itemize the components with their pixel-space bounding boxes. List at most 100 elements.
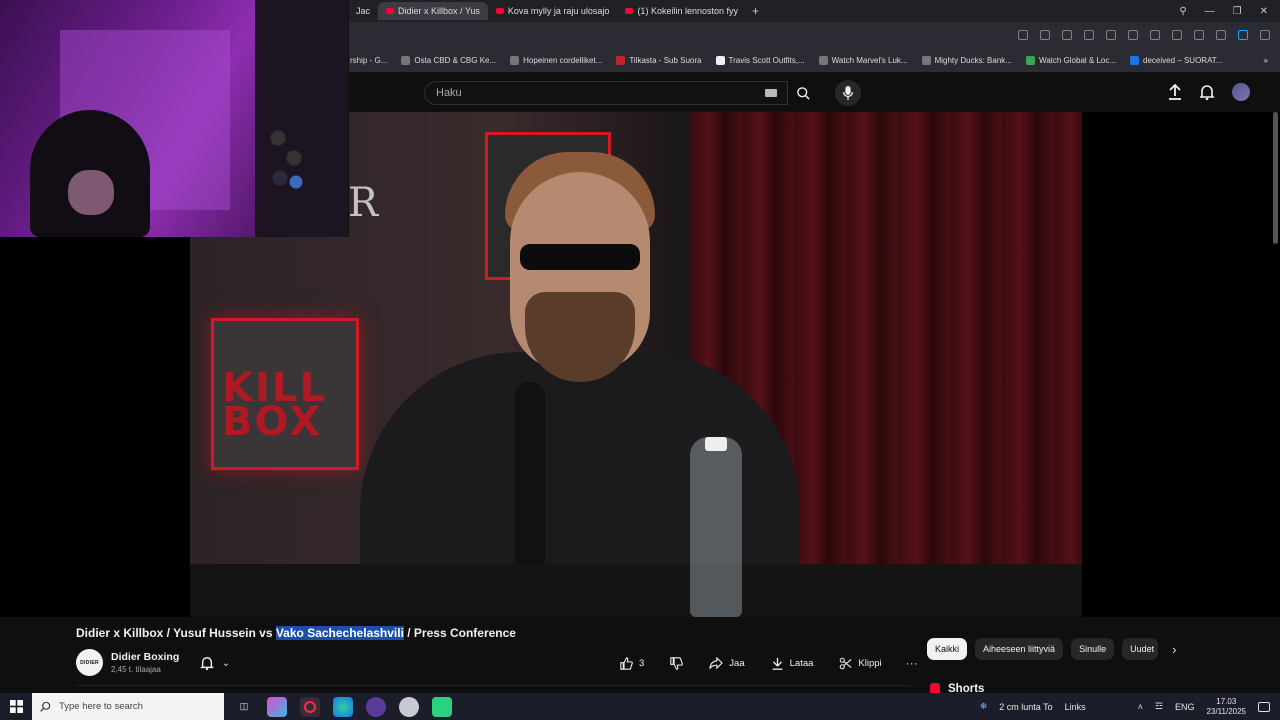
bookmarks-overflow-icon[interactable]: » xyxy=(1264,56,1280,65)
bookmark-item[interactable]: Hopeinen cordelliket... xyxy=(510,55,602,65)
chevron-down-icon: ⌄ xyxy=(221,657,231,669)
subscription-bell-button[interactable]: ⌄ xyxy=(190,651,240,675)
chip-all[interactable]: Kaikki xyxy=(927,638,968,660)
bookmark-item[interactable]: Osta CBD & CBG Ke... xyxy=(401,55,496,65)
links-toolbar[interactable]: Links xyxy=(1065,702,1086,712)
edit-icon[interactable] xyxy=(1018,30,1028,40)
related-filter-chips: Kaikki Aiheeseen liittyviä Sinulle Uudet… xyxy=(927,638,1176,660)
clock-date: 23/11/2025 xyxy=(1206,706,1246,716)
tab-label: (1) Kokeilin lennoston fyy xyxy=(637,6,738,16)
search-tabs-icon[interactable]: ⚲ xyxy=(1179,6,1186,17)
shield-icon[interactable] xyxy=(1062,30,1072,40)
heart-icon[interactable] xyxy=(1150,30,1160,40)
discord-icon[interactable] xyxy=(366,696,386,717)
restore-button[interactable]: ❐ xyxy=(1233,6,1242,17)
edge-icon[interactable] xyxy=(333,696,353,717)
keyboard-icon[interactable] xyxy=(765,89,777,97)
bell-ring-icon xyxy=(199,657,214,670)
selected-text[interactable]: Vako Sachechelashvili xyxy=(275,626,404,640)
tab-label: Didier x Killbox / Yus xyxy=(398,6,480,16)
bookmark-favicon-icon xyxy=(818,55,828,65)
search-icon xyxy=(796,86,810,100)
notification-icon[interactable] xyxy=(1258,701,1270,712)
like-button[interactable]: 3 xyxy=(612,651,653,675)
cube-icon[interactable] xyxy=(1260,30,1270,40)
lock-icon[interactable] xyxy=(1216,30,1226,40)
bookmark-item[interactable]: Travis Scott Outfits,... xyxy=(715,55,805,65)
youtube-header: Haku xyxy=(348,72,1280,112)
video-actions: 3 Jaa Lataa Klippi ··· xyxy=(612,651,924,675)
bookmark-item[interactable]: rship - G... xyxy=(350,56,387,65)
page-scrollbar[interactable] xyxy=(1273,112,1278,244)
webcam-overlay xyxy=(0,0,348,237)
menu-icon[interactable] xyxy=(1194,30,1204,40)
app-icon[interactable] xyxy=(267,696,287,717)
opera-gx-icon[interactable] xyxy=(300,696,320,717)
clip-button[interactable]: Klippi xyxy=(831,651,890,675)
windows-taskbar: Type here to search ◫ ❄ 2 cm lunta To Li… xyxy=(0,693,1280,720)
chevron-up-icon[interactable]: ˄ xyxy=(1138,702,1143,712)
language-indicator[interactable]: ENG xyxy=(1175,702,1195,712)
search-button[interactable] xyxy=(788,81,818,105)
bookmark-item[interactable]: Watch Marvel's Luk... xyxy=(818,55,908,65)
close-button[interactable]: ✕ xyxy=(1260,6,1268,17)
bookmark-item[interactable]: deceived – SUORAT... xyxy=(1130,55,1222,65)
taskbar-search-input[interactable]: Type here to search xyxy=(32,693,224,720)
play-icon[interactable] xyxy=(1128,30,1138,40)
network-icon[interactable]: ☲ xyxy=(1155,701,1163,712)
system-tray: ❄ 2 cm lunta To Links ˄ ☲ ENG 17.03 23/1… xyxy=(980,697,1280,717)
chip-for-you[interactable]: Sinulle xyxy=(1071,638,1115,660)
thumbs-down-icon xyxy=(670,656,684,670)
app-icon[interactable] xyxy=(399,696,419,717)
browser-tab-active[interactable]: Didier x Killbox / Yus xyxy=(378,2,488,20)
killbox-poster-left: KILL BOX xyxy=(211,318,359,470)
start-button[interactable] xyxy=(0,693,32,720)
bottle-cap xyxy=(705,437,727,451)
browser-tab[interactable]: Jac xyxy=(348,2,378,20)
bookmark-item[interactable]: Mighty Ducks: Bank... xyxy=(921,55,1012,65)
share-button[interactable]: Jaa xyxy=(701,651,753,675)
download-button[interactable]: Lataa xyxy=(762,651,822,675)
account-avatar[interactable] xyxy=(1232,83,1250,101)
new-tab-button[interactable]: + xyxy=(752,4,759,18)
youtube-favicon-icon xyxy=(386,8,395,14)
camera-icon[interactable] xyxy=(1040,30,1050,40)
bookmark-favicon-icon xyxy=(510,55,520,65)
channel-name[interactable]: Didier Boxing xyxy=(111,651,179,663)
more-actions-button[interactable]: ··· xyxy=(900,651,924,675)
settings-icon[interactable] xyxy=(1106,30,1116,40)
globe-icon xyxy=(401,55,411,65)
share-icon xyxy=(709,657,724,669)
browser-tab[interactable]: Kova mylly ja raju ulosajo xyxy=(488,2,618,20)
bookmark-item[interactable]: Watch Global & Loc... xyxy=(1025,55,1116,65)
ai-assistant-icon[interactable] xyxy=(1238,30,1248,40)
clock[interactable]: 17.03 23/11/2025 xyxy=(1207,697,1246,717)
channel-avatar[interactable]: DIDIER xyxy=(76,649,103,676)
chip-new[interactable]: Uudet xyxy=(1122,638,1159,660)
tab-label: Jac xyxy=(356,6,371,16)
bookmarks-bar: rship - G... Osta CBD & CBG Ke... Hopein… xyxy=(348,48,1280,72)
browser-tab[interactable]: (1) Kokeilin lennoston fyy xyxy=(617,2,746,20)
bookmark-favicon-icon xyxy=(616,55,626,65)
dislike-button[interactable] xyxy=(662,651,692,675)
voice-search-button[interactable] xyxy=(835,80,861,106)
app-icon[interactable] xyxy=(432,696,452,717)
bookmark-favicon-icon xyxy=(715,55,725,65)
search-input[interactable]: Haku xyxy=(424,81,788,105)
weather-status[interactable]: 2 cm lunta To xyxy=(999,702,1052,712)
download-icon[interactable] xyxy=(1172,30,1182,40)
bookmark-item[interactable]: Tilkasta - Sub Suora xyxy=(616,55,702,65)
minimize-button[interactable]: — xyxy=(1205,6,1215,17)
microphone xyxy=(515,382,545,582)
screen: Jac Didier x Killbox / Yus Kova mylly ja… xyxy=(0,0,1280,720)
thumbs-up-icon xyxy=(620,656,633,670)
extension-icon[interactable] xyxy=(1084,30,1094,40)
upload-icon[interactable] xyxy=(1168,84,1182,100)
search-icon xyxy=(40,701,51,712)
task-view-icon[interactable]: ◫ xyxy=(234,697,254,717)
weather-snow-icon: ❄ xyxy=(979,701,988,711)
chip-related[interactable]: Aiheeseen liittyviä xyxy=(975,638,1064,660)
chevron-right-icon[interactable]: › xyxy=(1172,642,1176,657)
notifications-bell-icon[interactable] xyxy=(1200,84,1214,100)
windows-logo-icon xyxy=(9,700,23,713)
